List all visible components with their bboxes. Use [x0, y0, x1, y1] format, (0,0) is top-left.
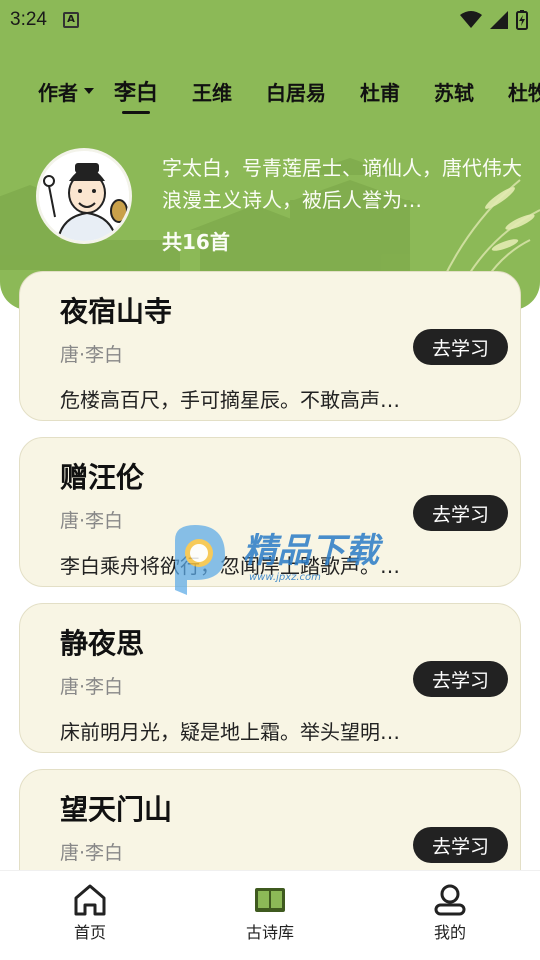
poem-title: 静夜思 [60, 627, 145, 660]
nav-poem-library[interactable]: 古诗库 [210, 883, 330, 943]
author-tabs: 作者 李白 王维 白居易 杜甫 苏轼 杜牧 [0, 70, 540, 116]
nav-profile[interactable]: 我的 [390, 883, 510, 943]
nav-home[interactable]: 首页 [30, 883, 150, 943]
watermark-text: 精品下载 [243, 531, 384, 571]
tab-label: 杜甫 [360, 80, 401, 105]
tab-author-2[interactable]: 王维 [175, 70, 249, 112]
tab-label: 苏轼 [434, 80, 475, 105]
poem-title: 望天门山 [60, 793, 173, 826]
wifi-icon [460, 11, 482, 28]
home-icon [74, 884, 106, 916]
poem-author: 唐·李白 [60, 842, 124, 864]
nav-poem-library-label: 古诗库 [245, 923, 294, 942]
poem-title: 夜宿山寺 [60, 295, 173, 328]
poem-count: 共16首 [162, 230, 230, 254]
study-button[interactable]: 去学习 [413, 329, 508, 365]
tab-label: 白居易 [266, 80, 327, 105]
tab-author-3[interactable]: 白居易 [249, 70, 343, 112]
poem-author: 唐·李白 [60, 344, 124, 366]
poem-list: 夜宿山寺 唐·李白 危楼高百尺，手可摘星辰。不敢高声… 去学习 赠汪伦 唐·李白… [19, 271, 521, 935]
tab-author-4[interactable]: 杜甫 [343, 70, 417, 112]
notification-icon: A [62, 12, 79, 28]
signal-icon [490, 11, 508, 29]
watermark-logo: 精品下载 www.jpxz.com [175, 525, 384, 595]
tab-author-6[interactable]: 杜牧 [491, 70, 540, 112]
poem-author: 唐·李白 [60, 510, 124, 532]
tab-label: 杜牧 [508, 80, 540, 105]
tab-label: 李白 [114, 81, 159, 106]
status-bar: 3:24 A [0, 0, 540, 40]
poem-title: 赠汪伦 [60, 461, 145, 494]
poem-excerpt: 危楼高百尺，手可摘星辰。不敢高声… [60, 388, 400, 412]
poem-author: 唐·李白 [60, 676, 124, 698]
watermark-url: www.jpxz.com [249, 572, 321, 583]
nav-profile-label: 我的 [433, 923, 466, 942]
study-button[interactable]: 去学习 [413, 495, 508, 531]
study-button[interactable]: 去学习 [413, 661, 508, 697]
tab-author-5[interactable]: 苏轼 [417, 70, 491, 112]
status-time: 3:24 [10, 9, 47, 30]
author-filter-label: 作者 [38, 80, 78, 105]
profile-icon [434, 884, 466, 916]
caret-down-icon [84, 88, 94, 94]
nav-home-label: 首页 [73, 923, 106, 942]
poem-card[interactable]: 夜宿山寺 唐·李白 危楼高百尺，手可摘星辰。不敢高声… 去学习 [19, 271, 521, 421]
poem-card[interactable]: 静夜思 唐·李白 床前明月光，疑是地上霜。举头望明… 去学习 [19, 603, 521, 753]
study-button[interactable]: 去学习 [413, 827, 508, 863]
battery-icon [516, 10, 528, 30]
bottom-navigation: 首页 古诗库 我的 [0, 870, 540, 960]
author-intro: 字太白，号青莲居士、谪仙人，唐代伟大浪漫主义诗人，被后人誉为… [162, 156, 522, 212]
author-filter-dropdown[interactable]: 作者 [38, 70, 94, 112]
author-avatar [36, 148, 132, 244]
tab-author-1[interactable]: 李白 [114, 70, 175, 114]
tab-label: 王维 [192, 80, 233, 105]
poem-excerpt: 床前明月光，疑是地上霜。举头望明… [60, 720, 400, 744]
book-icon [255, 888, 285, 912]
